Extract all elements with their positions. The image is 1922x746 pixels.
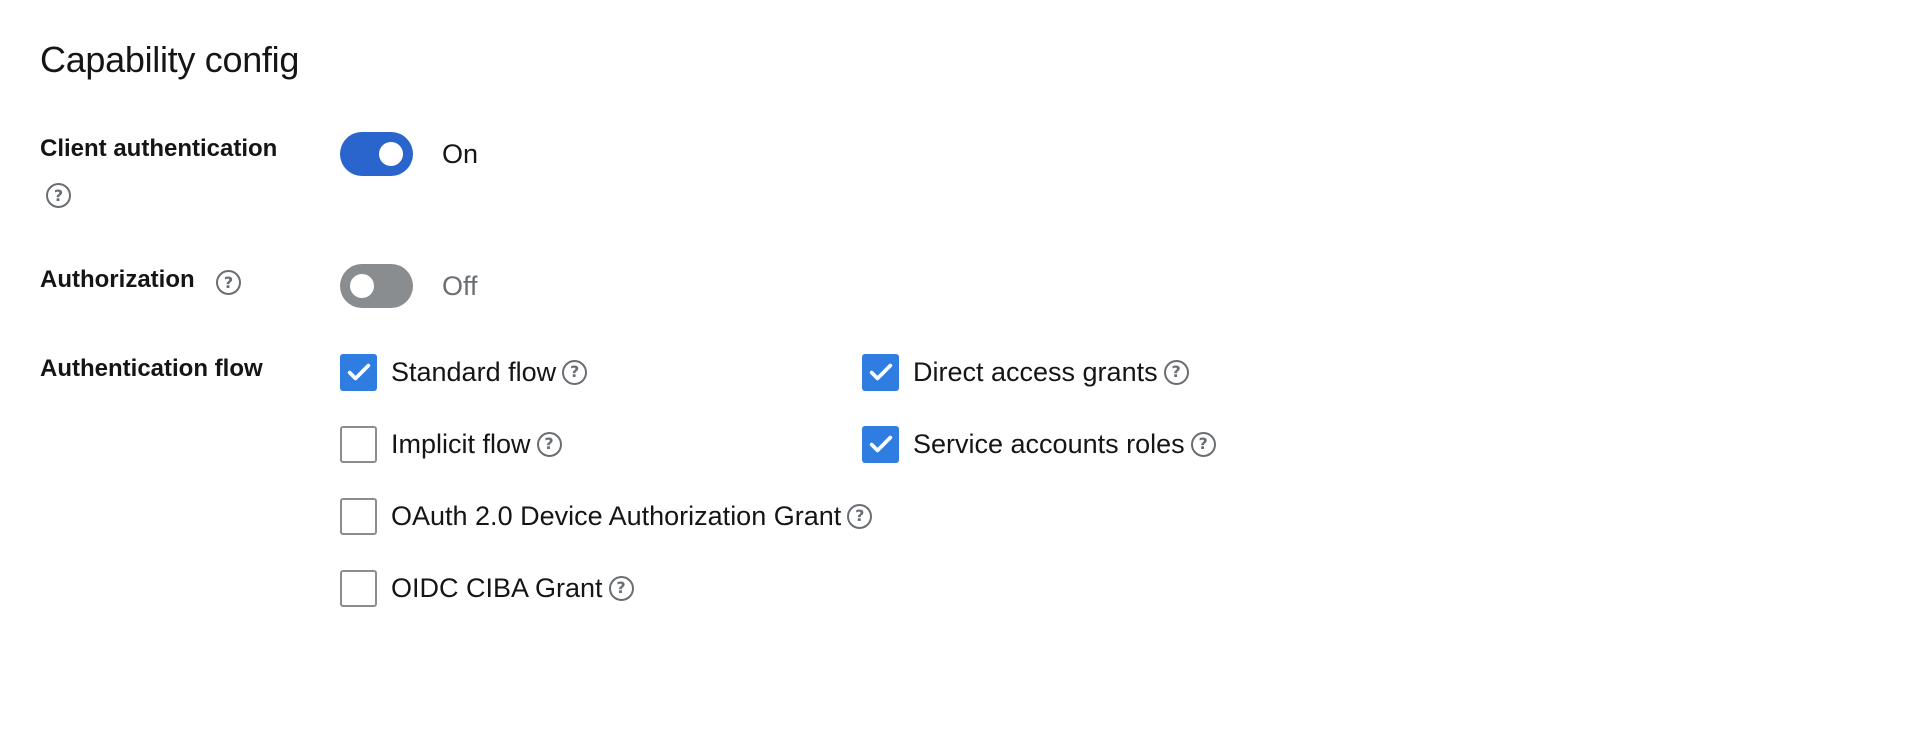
- toggle-knob: [379, 142, 403, 166]
- oauth-device-authorization-grant-option[interactable]: OAuth 2.0 Device Authorization Grant ?: [340, 497, 873, 535]
- implicit-flow-help-icon[interactable]: ?: [536, 431, 562, 457]
- check-icon: [869, 363, 892, 381]
- service-accounts-roles-label[interactable]: Service accounts roles: [913, 425, 1185, 463]
- implicit-flow-checkbox[interactable]: [340, 425, 377, 463]
- client-authentication-label: Client authentication: [40, 135, 278, 162]
- toggle-knob: [350, 274, 374, 298]
- authorization-label: Authorization: [40, 266, 195, 293]
- standard-flow-option[interactable]: Standard flow ?: [340, 353, 588, 391]
- client-authentication-help-icon[interactable]: ?: [46, 183, 71, 208]
- service-accounts-roles-help-icon[interactable]: ?: [1190, 431, 1216, 457]
- authentication-flow-label: Authentication flow: [40, 355, 263, 382]
- check-icon: [869, 435, 892, 453]
- authorization-toggle[interactable]: [340, 264, 413, 308]
- check-icon: [347, 363, 370, 381]
- standard-flow-help-icon[interactable]: ?: [562, 359, 588, 385]
- implicit-flow-option[interactable]: Implicit flow ?: [340, 425, 562, 463]
- authorization-help-icon[interactable]: ?: [216, 270, 241, 295]
- oidc-ciba-grant-label[interactable]: OIDC CIBA Grant: [391, 569, 603, 607]
- section-title: Capability config: [40, 39, 300, 80]
- client-authentication-state-text: On: [442, 139, 479, 169]
- authorization-state-text: Off: [442, 271, 478, 301]
- oidc-ciba-grant-checkbox[interactable]: [340, 569, 377, 607]
- oauth-device-authorization-grant-checkbox[interactable]: [340, 497, 377, 535]
- direct-access-grants-help-icon[interactable]: ?: [1163, 359, 1189, 385]
- standard-flow-label[interactable]: Standard flow: [391, 353, 556, 391]
- direct-access-grants-label[interactable]: Direct access grants: [913, 353, 1158, 391]
- direct-access-grants-checkbox[interactable]: [862, 353, 899, 391]
- service-accounts-roles-option[interactable]: Service accounts roles ?: [862, 425, 1216, 463]
- standard-flow-checkbox[interactable]: [340, 353, 377, 391]
- client-authentication-toggle[interactable]: [340, 132, 413, 176]
- implicit-flow-label[interactable]: Implicit flow: [391, 425, 531, 463]
- oidc-ciba-grant-help-icon[interactable]: ?: [608, 575, 634, 601]
- direct-access-grants-option[interactable]: Direct access grants ?: [862, 353, 1189, 391]
- service-accounts-roles-checkbox[interactable]: [862, 425, 899, 463]
- oauth-device-authorization-grant-help-icon[interactable]: ?: [847, 503, 873, 529]
- oidc-ciba-grant-option[interactable]: OIDC CIBA Grant ?: [340, 569, 634, 607]
- oauth-device-authorization-grant-label[interactable]: OAuth 2.0 Device Authorization Grant: [391, 497, 841, 535]
